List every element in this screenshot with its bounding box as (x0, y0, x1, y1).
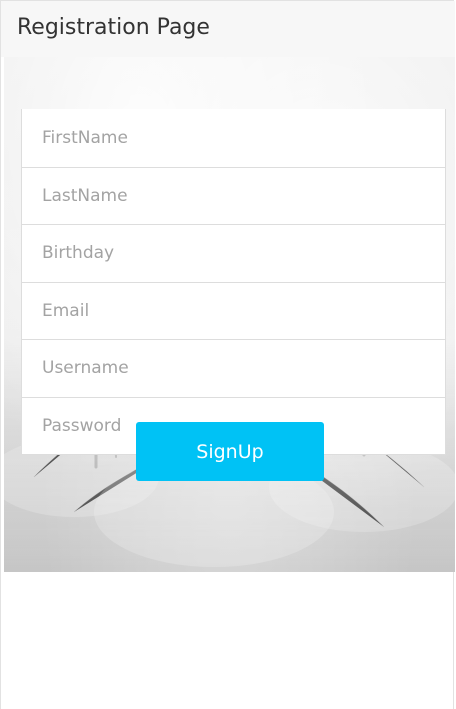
username-input[interactable] (22, 340, 445, 397)
birthday-field (22, 224, 445, 282)
app-frame: Registration Page FirstName LastName Bir… (0, 0, 455, 709)
signup-button[interactable]: SignUp (136, 422, 324, 481)
registration-form (21, 109, 446, 455)
email-field (22, 281, 445, 339)
username-field (22, 339, 445, 397)
birthday-input[interactable] (22, 225, 445, 282)
lastname-field (22, 166, 445, 224)
email-input[interactable] (22, 282, 445, 339)
page-title: Registration Page (17, 15, 210, 40)
firstname-input[interactable] (22, 109, 445, 167)
firstname-field (22, 109, 445, 167)
lastname-input[interactable] (22, 167, 445, 224)
header-bar: Registration Page (1, 1, 455, 57)
background-image (4, 57, 455, 572)
